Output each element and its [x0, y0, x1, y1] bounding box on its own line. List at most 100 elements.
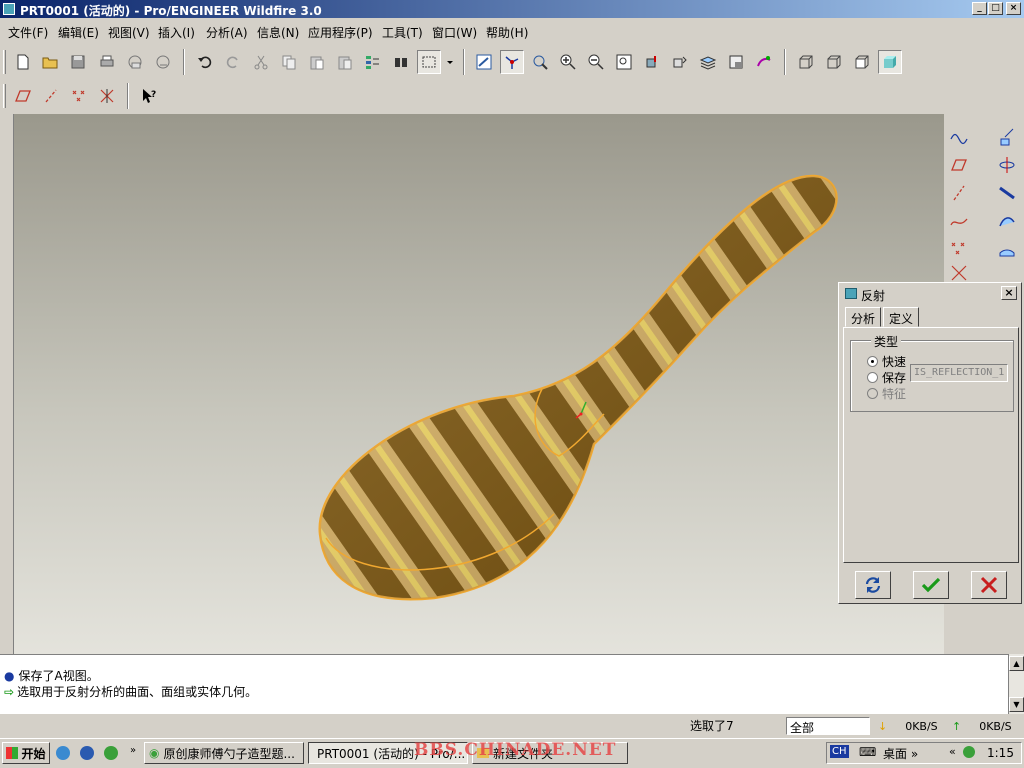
- graphics-viewport[interactable]: [14, 114, 944, 654]
- revolve-icon[interactable]: [994, 152, 1020, 178]
- sweep-icon[interactable]: [994, 180, 1020, 206]
- orient-icon[interactable]: [528, 50, 552, 74]
- open-folder-icon[interactable]: [38, 50, 62, 74]
- repaint-icon[interactable]: [472, 50, 496, 74]
- proe-app-icon: [3, 3, 15, 15]
- navigator-sash[interactable]: [0, 114, 14, 654]
- message-area: ● 保存了A视图。 ⇨ 选取用于反射分析的曲面、面组或实体几何。: [0, 654, 1008, 714]
- ime-indicator[interactable]: CH: [830, 745, 849, 758]
- message-scrollbar[interactable]: ▲ ▼: [1008, 654, 1024, 714]
- zoom-out-icon[interactable]: [584, 50, 608, 74]
- close-button[interactable]: ×: [1006, 2, 1021, 15]
- paste-special-icon[interactable]: [333, 50, 357, 74]
- tab-definition[interactable]: 定义: [883, 307, 920, 327]
- sketch-curve-icon[interactable]: [946, 124, 972, 150]
- tab-analysis[interactable]: 分析: [845, 307, 882, 327]
- shading-icon[interactable]: [878, 50, 902, 74]
- spin-center-icon[interactable]: [500, 50, 524, 74]
- menu-bar: 文件(F) 编辑(E) 视图(V) 插入(I) 分析(A) 信息(N) 应用程序…: [0, 20, 1024, 42]
- reorient-icon[interactable]: [640, 50, 664, 74]
- datum-plane-icon[interactable]: [946, 152, 972, 178]
- start-button[interactable]: 开始: [2, 742, 50, 764]
- task-browser[interactable]: ◉ 原创康师傅勺子造型题...: [144, 742, 304, 764]
- dialog-title: 反射: [861, 289, 886, 303]
- hidden-line-icon[interactable]: [822, 50, 846, 74]
- maximize-button[interactable]: □: [988, 2, 1003, 15]
- undo-icon[interactable]: [193, 50, 217, 74]
- email-link-icon[interactable]: [151, 50, 175, 74]
- view-manager-icon[interactable]: [724, 50, 748, 74]
- network-tray-icon[interactable]: [963, 746, 975, 758]
- print-icon[interactable]: [95, 50, 119, 74]
- svg-text:?: ?: [151, 90, 156, 100]
- datum-csys-icon[interactable]: [946, 264, 972, 282]
- find-icon[interactable]: [389, 50, 413, 74]
- selection-filter[interactable]: 全部: [786, 717, 870, 735]
- datum-axis-icon[interactable]: [946, 180, 972, 206]
- scroll-down-icon[interactable]: ▼: [1009, 697, 1024, 712]
- datum-axes-icon[interactable]: [39, 84, 63, 108]
- browser-icon: ◉: [149, 746, 160, 760]
- reflection-dialog: 反射 × 分析 定义 类型 快速 保存 特征 IS_REFLECTION_1: [838, 282, 1022, 604]
- saved-views-icon[interactable]: [668, 50, 692, 74]
- radio-saved[interactable]: [867, 372, 878, 383]
- menu-edit[interactable]: 编辑(E): [58, 24, 99, 41]
- menu-window[interactable]: 窗口(W): [432, 24, 477, 41]
- ok-button[interactable]: [913, 571, 949, 599]
- zoom-in-icon[interactable]: [556, 50, 580, 74]
- cut-icon[interactable]: [249, 50, 273, 74]
- regenerate-icon[interactable]: [361, 50, 385, 74]
- select-dropdown-icon[interactable]: [443, 50, 457, 74]
- ie-icon[interactable]: [56, 746, 70, 760]
- quick-launch-expand-icon[interactable]: »: [130, 745, 136, 756]
- menu-applications[interactable]: 应用程序(P): [308, 24, 373, 41]
- email-icon[interactable]: [123, 50, 147, 74]
- minimize-button[interactable]: _: [972, 2, 987, 15]
- menu-tools[interactable]: 工具(T): [382, 24, 423, 41]
- tray-expand-icon[interactable]: «: [949, 745, 956, 758]
- radio-quick[interactable]: [867, 356, 878, 367]
- media-player-icon[interactable]: [80, 746, 94, 760]
- forum-watermark: BBS.CHINADE.NET: [414, 740, 617, 760]
- cancel-button[interactable]: [971, 571, 1007, 599]
- context-help-icon[interactable]: ?: [137, 84, 161, 108]
- menu-file[interactable]: 文件(F): [8, 24, 48, 41]
- toolbar-grip: [3, 84, 6, 108]
- dialog-close-button[interactable]: ×: [1001, 286, 1017, 300]
- new-file-icon[interactable]: [11, 50, 35, 74]
- clock[interactable]: 1:15: [987, 746, 1014, 760]
- menu-info[interactable]: 信息(N): [257, 24, 299, 41]
- datum-curve-icon[interactable]: [946, 208, 972, 234]
- menu-analysis[interactable]: 分析(A): [206, 24, 248, 41]
- recompute-button[interactable]: [855, 571, 891, 599]
- datum-points-icon[interactable]: [67, 84, 91, 108]
- wireframe-icon[interactable]: [794, 50, 818, 74]
- layers-icon[interactable]: [696, 50, 720, 74]
- menu-insert[interactable]: 插入(I): [158, 24, 195, 41]
- datum-point-icon[interactable]: [946, 236, 972, 262]
- select-box-icon[interactable]: [417, 50, 441, 74]
- desktop-toolbar-label[interactable]: 桌面 »: [883, 745, 918, 762]
- menu-help[interactable]: 帮助(H): [486, 24, 528, 41]
- type-group-label: 类型: [871, 333, 902, 350]
- copy-icon[interactable]: [277, 50, 301, 74]
- redo-icon[interactable]: [221, 50, 245, 74]
- coordinate-systems-icon[interactable]: [95, 84, 119, 108]
- option-quick[interactable]: 快速: [867, 353, 906, 370]
- menu-view[interactable]: 视图(V): [108, 24, 150, 41]
- scroll-up-icon[interactable]: ▲: [1009, 656, 1024, 671]
- quick-launch-icon[interactable]: [104, 746, 118, 760]
- appearance-icon[interactable]: [752, 50, 776, 74]
- toolbar-grip: [3, 50, 6, 74]
- option-saved[interactable]: 保存: [867, 369, 906, 386]
- extrude-icon[interactable]: [994, 124, 1020, 150]
- paste-icon[interactable]: [305, 50, 329, 74]
- keyboard-icon[interactable]: ⌨: [859, 745, 876, 759]
- refit-icon[interactable]: [612, 50, 636, 74]
- datum-planes-icon[interactable]: [11, 84, 35, 108]
- spoon-model[interactable]: [14, 114, 944, 654]
- save-icon[interactable]: [66, 50, 90, 74]
- surface-icon[interactable]: [994, 236, 1020, 262]
- blend-icon[interactable]: [994, 208, 1020, 234]
- no-hidden-icon[interactable]: [850, 50, 874, 74]
